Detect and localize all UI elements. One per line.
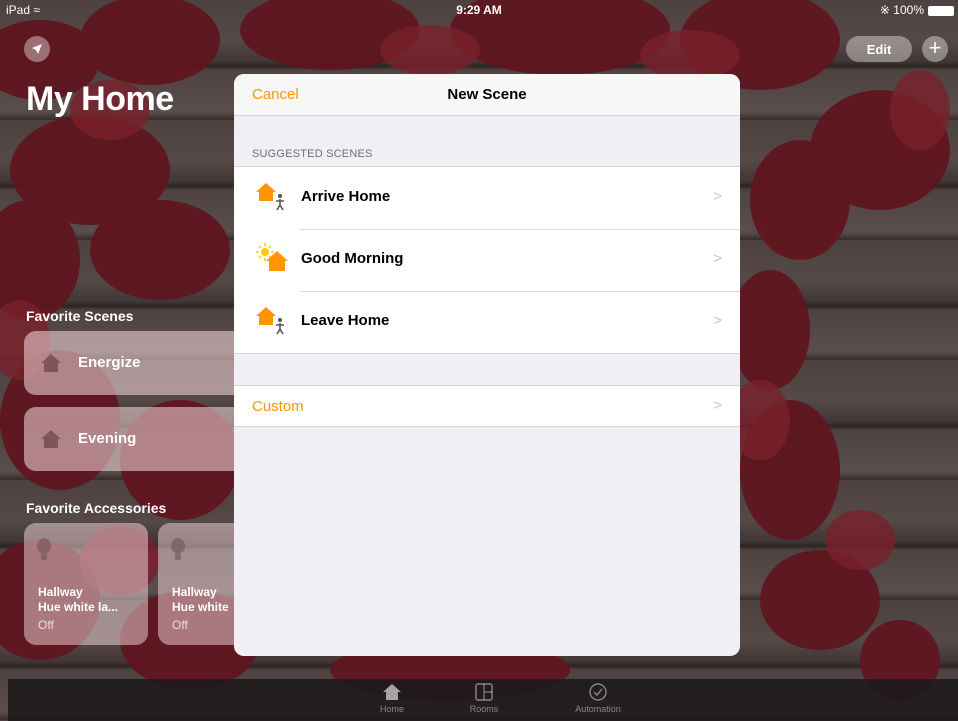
suggested-scene-label: Arrive Home [301,188,391,205]
chevron-right-icon: > [713,397,722,414]
battery-percent: 100% [893,3,924,17]
location-button[interactable] [24,36,50,62]
suggested-scenes-list: Arrive Home > Good Morning > Leave Home … [234,166,740,354]
accessory-name: Hue white la... [38,600,119,614]
custom-scene-label: Custom [252,398,304,415]
suggested-scene-good-morning[interactable]: Good Morning > [234,229,740,291]
custom-scene-row[interactable]: Custom > [234,386,740,426]
chevron-right-icon: > [713,250,722,267]
favorite-scenes-header: Favorite Scenes [26,308,134,324]
add-button[interactable]: + [922,36,948,62]
accessory-state: Off [38,618,54,632]
chevron-right-icon: > [713,188,722,205]
scene-card-evening[interactable]: Evening [24,407,264,471]
battery-label: ※ 100% [880,3,924,17]
tab-automation[interactable]: Automation [558,683,638,714]
accessory-room: Hallway [172,585,217,599]
accessory-room: Hallway [38,585,83,599]
bluetooth-icon: ※ [879,3,890,17]
scene-card-energize[interactable]: Energize [24,331,264,395]
tab-label: Automation [575,704,621,714]
tab-rooms[interactable]: Rooms [444,683,524,714]
accessory-state: Off [172,618,188,632]
house-icon [41,354,61,372]
suggested-scene-label: Leave Home [301,312,390,329]
accessory-tile-hallway-1[interactable]: Hallway Hue white la... Off [24,523,148,645]
accessory-name: Hue white [172,600,229,614]
lightbulb-icon [171,538,185,560]
scene-card-label: Evening [78,430,137,447]
suggested-scene-arrive-home[interactable]: Arrive Home > [234,167,740,229]
new-scene-sheet: Cancel New Scene SUGGESTED SCENES Arrive… [234,74,740,656]
house-icon [41,430,61,448]
scene-card-label: Energize [78,354,141,371]
suggested-scene-label: Good Morning [301,250,404,267]
clock-check-icon [589,683,607,701]
rooms-icon [475,683,493,701]
arrive-home-icon [256,183,284,211]
favorite-accessories-header: Favorite Accessories [26,500,167,516]
chevron-right-icon: > [713,312,722,329]
edit-button[interactable]: Edit [846,36,912,62]
tab-label: Rooms [469,704,499,714]
tab-home[interactable]: Home [352,683,432,714]
good-morning-icon [256,243,288,271]
sheet-nav-bar: Cancel New Scene [234,74,740,116]
suggested-scenes-header: SUGGESTED SCENES [252,148,373,160]
page-title: My Home [26,80,174,118]
status-time: 9:29 AM [456,3,502,17]
lightbulb-icon [37,538,51,560]
house-icon [383,684,401,700]
location-arrow-icon [32,44,42,54]
leave-home-icon [256,307,284,335]
status-bar: iPad ≈ 9:29 AM ※ 100% [0,0,958,20]
tab-bar: Home Rooms Automation [8,679,958,721]
battery-icon [928,6,954,16]
sheet-title: New Scene [447,86,527,103]
tab-label: Home [379,704,404,714]
custom-scene-group: Custom > [234,385,740,427]
suggested-scene-leave-home[interactable]: Leave Home > [234,291,740,353]
